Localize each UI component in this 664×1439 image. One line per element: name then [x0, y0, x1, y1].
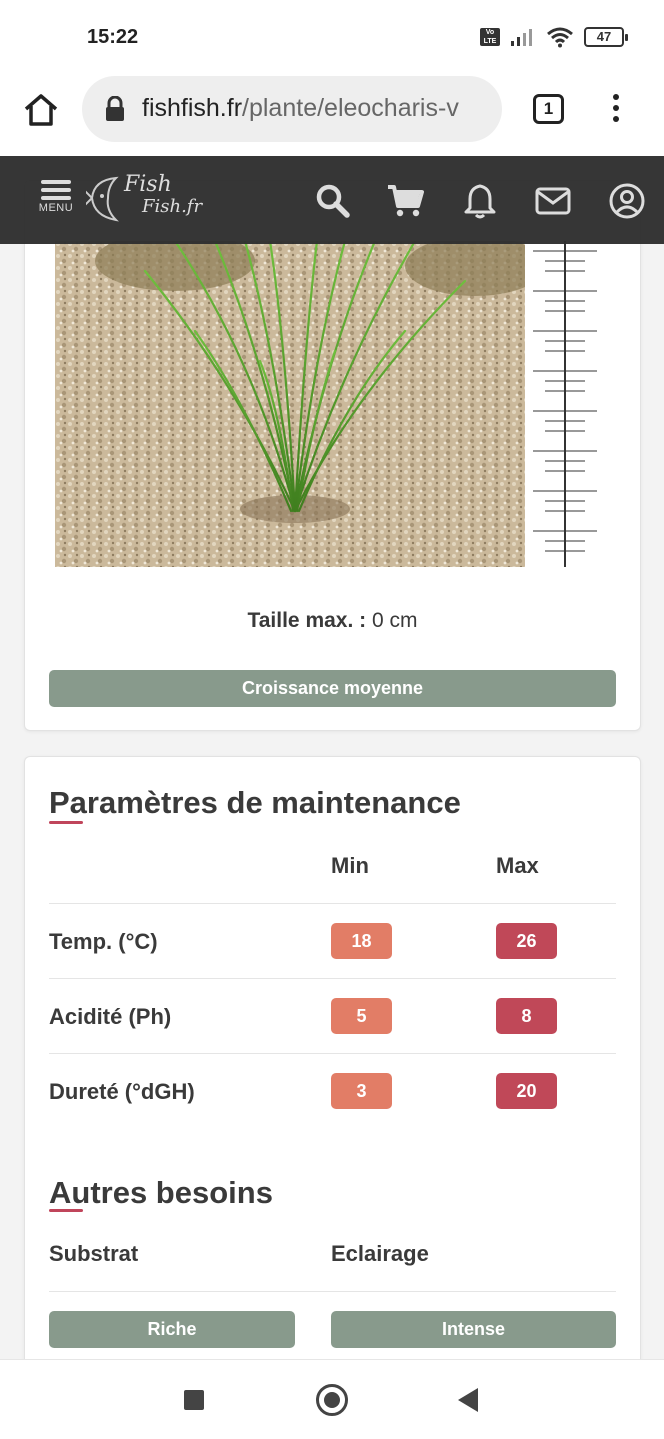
table-divider — [49, 903, 616, 904]
site-header: MENU Fish Fish.fr — [0, 156, 664, 244]
mail-icon[interactable] — [534, 182, 572, 220]
other-needs-title-underline — [49, 1209, 83, 1212]
table-divider — [49, 1053, 616, 1054]
maintenance-title-underline — [49, 821, 83, 824]
account-icon[interactable] — [608, 182, 646, 220]
home-nav-icon[interactable] — [316, 1384, 348, 1416]
wifi-icon — [547, 27, 573, 48]
url-bar[interactable]: fishfish.fr/plante/eleocharis-v — [82, 76, 502, 142]
column-min-header: Min — [331, 853, 369, 878]
plant-photo — [55, 241, 613, 567]
search-icon[interactable] — [314, 182, 352, 220]
menu-label: MENU — [38, 202, 74, 214]
max-size-text: Taille max. : 0 cm — [25, 609, 640, 633]
cart-icon[interactable] — [386, 182, 424, 220]
tab-switcher-button[interactable]: 1 — [533, 94, 564, 124]
status-bar: 15:22 Vo LTE 47 — [0, 0, 664, 76]
temperature-max-badge: 26 — [496, 923, 557, 959]
url-path: /plante/eleocharis-v — [242, 94, 459, 122]
back-icon[interactable] — [458, 1388, 478, 1412]
hardness-min-badge: 3 — [331, 1073, 392, 1109]
url-text: fishfish.fr/plante/eleocharis-v — [142, 94, 459, 123]
more-menu-icon[interactable] — [606, 94, 626, 128]
battery-icon: 47 — [584, 27, 628, 47]
system-nav-bar — [0, 1359, 664, 1439]
hardness-max-badge: 20 — [496, 1073, 557, 1109]
volte-icon: Vo LTE — [480, 28, 500, 46]
url-domain: fishfish.fr — [142, 94, 243, 122]
param-label-temperature: Temp. (°C) — [49, 929, 158, 954]
other-needs-title: Autres besoins — [49, 1175, 273, 1210]
home-icon[interactable] — [22, 91, 60, 129]
browser-toolbar: fishfish.fr/plante/eleocharis-v 1 — [0, 76, 664, 156]
acidity-max-badge: 8 — [496, 998, 557, 1034]
bell-icon[interactable] — [461, 182, 499, 220]
column-max-header: Max — [496, 853, 539, 878]
param-label-acidity: Acidité (Ph) — [49, 1004, 172, 1029]
table-divider — [49, 1291, 616, 1292]
logo-text-line1: Fish — [124, 172, 172, 197]
max-size-label: Taille max. : — [247, 609, 367, 632]
maintenance-title: Paramètres de maintenance — [49, 785, 461, 820]
maintenance-card: Paramètres de maintenance Min Max Temp. … — [24, 756, 641, 1396]
lock-icon — [106, 96, 124, 121]
logo-text-line2: Fish.fr — [142, 196, 203, 217]
max-size-value: 0 cm — [366, 609, 418, 632]
lighting-header: Eclairage — [331, 1241, 429, 1266]
param-label-hardness: Dureté (°dGH) — [49, 1079, 195, 1104]
menu-button[interactable]: MENU — [34, 180, 78, 220]
lighting-badge: Intense — [331, 1311, 616, 1348]
site-logo[interactable]: Fish Fish.fr — [86, 170, 206, 230]
temperature-min-badge: 18 — [331, 923, 392, 959]
plant-card: Taille max. : 0 cm Croissance moyenne — [24, 180, 641, 731]
acidity-min-badge: 5 — [331, 998, 392, 1034]
growth-rate-badge: Croissance moyenne — [49, 670, 616, 707]
table-divider — [49, 978, 616, 979]
recents-icon[interactable] — [184, 1390, 204, 1410]
signal-icon — [511, 29, 532, 46]
substrate-header: Substrat — [49, 1241, 139, 1266]
status-icons: Vo LTE 47 — [480, 26, 628, 48]
substrate-badge: Riche — [49, 1311, 295, 1348]
status-time: 15:22 — [87, 26, 139, 48]
